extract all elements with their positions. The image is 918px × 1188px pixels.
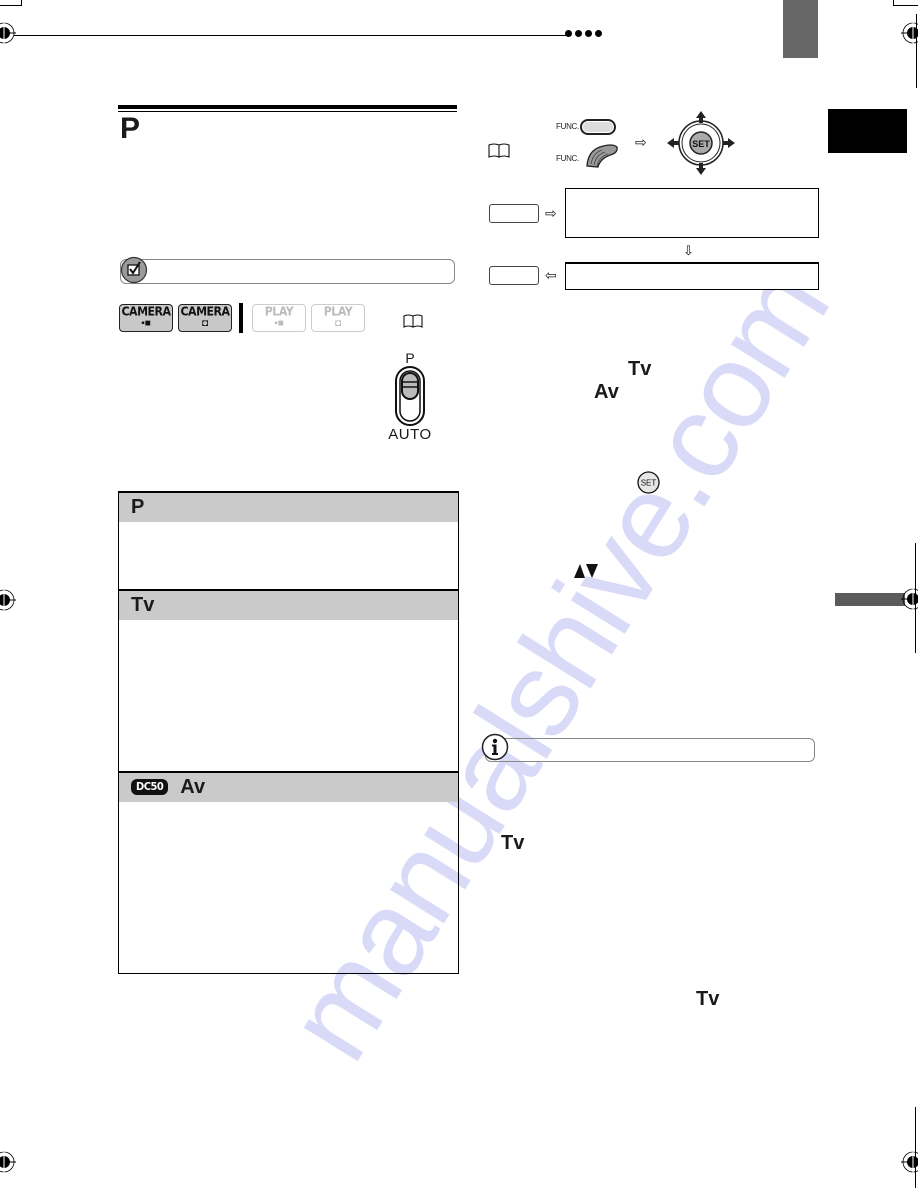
- tv-mode-icon: Tv: [696, 988, 720, 1010]
- notes-bar: [485, 738, 815, 762]
- set-button-icon: SET: [637, 471, 660, 494]
- section-title-rule: [118, 105, 457, 109]
- header-rule: [14, 35, 567, 36]
- av-mode-icon: Av: [180, 775, 206, 798]
- still-camera-icon: ◘: [201, 318, 209, 329]
- model-badge-dc50: DC50: [131, 779, 169, 795]
- func-lever-icon: [586, 144, 618, 168]
- registration-mark-icon: [901, 1150, 918, 1174]
- section-title-rule-thin: [118, 111, 457, 112]
- func-button-icon: [580, 119, 616, 135]
- flow-step-button-2: [489, 266, 539, 285]
- program-mode-icon: P: [131, 496, 145, 518]
- video-camera-icon: ▪■: [274, 318, 284, 329]
- badge-play-still: PLAY ◘: [311, 304, 365, 332]
- svg-text:SET: SET: [641, 479, 657, 488]
- shooting-modes-table: P Tv DC50 Av: [118, 491, 459, 974]
- checklist-bar: [120, 259, 455, 284]
- registration-mark-icon: [0, 1150, 16, 1174]
- info-icon: [481, 733, 509, 761]
- header-dots: [565, 30, 602, 37]
- book-icon: [403, 314, 423, 328]
- tv-mode-icon: Tv: [628, 358, 652, 380]
- mode-switch-p-label: P: [405, 350, 415, 366]
- section-tab-gray: [783, 0, 818, 58]
- video-camera-icon: ▪■: [141, 318, 151, 329]
- joystick-set-icon: SET: [667, 111, 735, 175]
- section-bar-gray: [835, 593, 905, 606]
- checkmark-box-icon: [120, 256, 148, 284]
- mode-row-shutter-priority: Tv: [119, 590, 458, 620]
- func-button-label: FUNC.: [556, 122, 579, 131]
- mode-header-av: DC50 Av: [119, 772, 458, 802]
- flow-step-button-1: [489, 204, 539, 223]
- svg-text:SET: SET: [692, 139, 710, 149]
- book-icon: [488, 143, 510, 158]
- arrow-left-icon: ⇦: [545, 267, 557, 283]
- registration-mark-icon: [0, 21, 16, 45]
- mode-switch-icon: [395, 366, 425, 426]
- mode-header-program: P: [119, 493, 458, 522]
- mode-row-program: P: [119, 493, 458, 522]
- crop-mark-box-top-right: [893, 0, 918, 6]
- mode-header-tv: Tv: [119, 590, 458, 620]
- mode-availability-badges: CAMERA ▪■ CAMERA ◘ PLAY ▪■ PLAY ◘: [119, 303, 365, 333]
- language-tab-black: [828, 109, 907, 153]
- badge-play-video: PLAY ▪■: [252, 304, 306, 332]
- badge-camera-still: CAMERA ◘: [178, 304, 232, 332]
- mode-row-aperture-priority: DC50 Av: [119, 772, 458, 802]
- flow-box-settings: [565, 188, 819, 238]
- mode-switch-auto-label: AUTO: [388, 426, 432, 443]
- still-camera-icon: ◘: [334, 318, 342, 329]
- tv-mode-icon: Tv: [131, 593, 155, 616]
- crop-line-right-top: [916, 14, 917, 88]
- func-lever-label: FUNC.: [556, 154, 579, 163]
- badge-separator: [239, 303, 243, 333]
- registration-mark-icon: [901, 587, 918, 611]
- mode-switch: P AUTO: [385, 350, 435, 443]
- tv-mode-icon: Tv: [501, 832, 525, 854]
- crop-mark-box-top-left: [0, 0, 22, 6]
- av-mode-icon: Av: [594, 381, 619, 403]
- registration-mark-icon: [0, 588, 16, 612]
- flow-box-result: [565, 262, 819, 290]
- arrow-right-icon: ⇨: [635, 134, 647, 150]
- arrow-right-icon: ⇨: [545, 205, 557, 221]
- arrow-down-icon: ⇩: [683, 243, 694, 258]
- up-down-arrows-icon: [574, 564, 598, 578]
- badge-camera-video: CAMERA ▪■: [119, 304, 173, 332]
- section-title-glyph: P: [120, 112, 141, 145]
- crop-line-right-bottom: [915, 1107, 916, 1188]
